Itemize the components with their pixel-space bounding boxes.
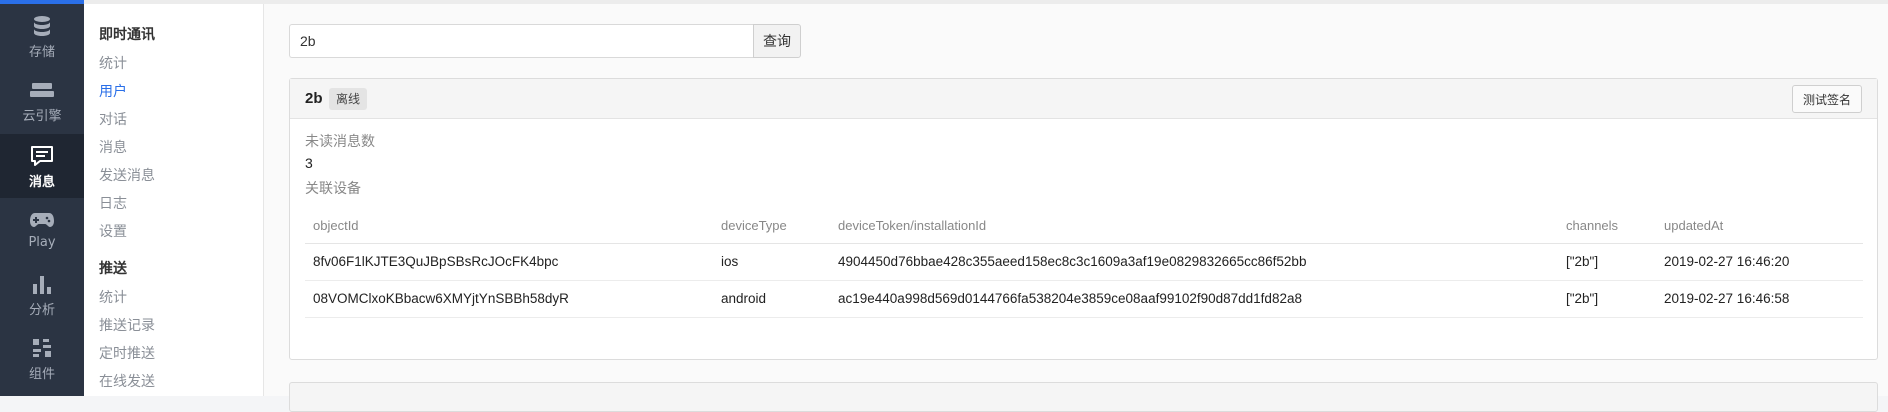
subnav-item-users[interactable]: 用户 [99,81,127,101]
cell-channels: ["2b"] [1558,243,1656,281]
cell-updated-at: 2019-02-27 16:46:58 [1656,280,1863,318]
devices-table: objectId deviceType deviceToken/installa… [305,209,1863,318]
column-header: channels [1558,209,1656,244]
search-input[interactable] [289,24,753,58]
subnav-item-scheduled-push[interactable]: 定时推送 [99,343,155,363]
subnav-item-send-message[interactable]: 发送消息 [99,165,155,185]
panel-header: 2b 离线 测试签名 [290,79,1877,119]
rail-label: 组件 [28,367,55,382]
message-icon [29,144,55,168]
next-panel-partial [289,382,1878,412]
subnav-group-im: 即时通讯 [99,27,155,43]
components-icon [29,336,55,360]
rail-item-play[interactable]: Play [0,198,84,262]
linked-devices-label: 关联设备 [305,181,361,197]
gamepad-icon [29,208,55,232]
cell-channels: ["2b"] [1558,280,1656,318]
cell-updated-at: 2019-02-27 16:46:20 [1656,243,1863,281]
subnav-item-conversations[interactable]: 对话 [99,109,127,129]
rail-label: 云引擎 [22,109,62,124]
subnav-item-im-stats[interactable]: 统计 [99,53,127,73]
user-detail-panel: 2b 离线 测试签名 未读消息数 3 关联设备 objectId deviceT… [289,78,1878,360]
rail-item-cloud-engine[interactable]: 云引擎 [0,68,84,132]
rail-item-messaging[interactable]: 消息 [0,134,84,198]
rail-item-storage[interactable]: 存储 [0,4,84,68]
database-icon [29,14,55,38]
table-row: 08VOMClxoKBbacw6XMYjtYnSBBh58dyR android… [305,280,1863,318]
rail-item-components[interactable]: 组件 [0,326,84,390]
bar-chart-icon [29,272,55,296]
status-badge: 离线 [329,88,368,110]
unread-count-value: 3 [305,155,313,171]
column-header: updatedAt [1656,209,1863,244]
test-signature-button[interactable]: 测试签名 [1791,85,1862,113]
table-header-row: objectId deviceType deviceToken/installa… [305,209,1863,244]
server-icon [29,78,55,102]
subnav-group-push: 推送 [99,261,127,277]
subnav-item-settings[interactable]: 设置 [99,221,127,241]
unread-count-label: 未读消息数 [305,134,375,150]
rail-label: 存储 [28,45,55,60]
subnav-item-push-stats[interactable]: 统计 [99,287,127,307]
user-id: 2b [305,90,323,107]
user-search-bar: 查询 [289,24,801,58]
messaging-subnav: 即时通讯 统计 用户 对话 消息 发送消息 日志 设置 推送 统计 推送记录 定… [84,4,264,396]
column-header: deviceType [713,209,830,244]
table-row: 8fv06F1lKJTE3QuJBpSBsRcJOcFK4bpc ios 490… [305,243,1863,281]
cell-device-type: ios [713,243,830,281]
subnav-item-messages[interactable]: 消息 [99,137,127,157]
subnav-item-online-send[interactable]: 在线发送 [99,371,155,391]
rail-label: 分析 [28,303,55,318]
subnav-item-push-records[interactable]: 推送记录 [99,315,155,335]
cell-object-id: 8fv06F1lKJTE3QuJBpSBsRcJOcFK4bpc [305,243,713,281]
column-header: deviceToken/installationId [830,209,1558,244]
main-content: 查询 2b 离线 测试签名 未读消息数 3 关联设备 objectId devi… [264,4,1888,412]
main-nav-rail: 存储 云引擎 消息 Play 分析 组件 [0,4,84,396]
cell-object-id: 08VOMClxoKBbacw6XMYjtYnSBBh58dyR [305,280,713,318]
rail-label: Play [28,235,56,250]
cell-device-token: 4904450d76bbae428c355aeed158ec8c3c1609a3… [830,243,1558,281]
cell-device-token: ac19e440a998d569d0144766fa538204e3859ce0… [830,280,1558,318]
rail-item-analytics[interactable]: 分析 [0,262,84,326]
search-button[interactable]: 查询 [753,24,801,58]
rail-label: 消息 [28,175,55,190]
cell-device-type: android [713,280,830,318]
column-header: objectId [305,209,713,244]
subnav-item-logs[interactable]: 日志 [99,193,127,213]
